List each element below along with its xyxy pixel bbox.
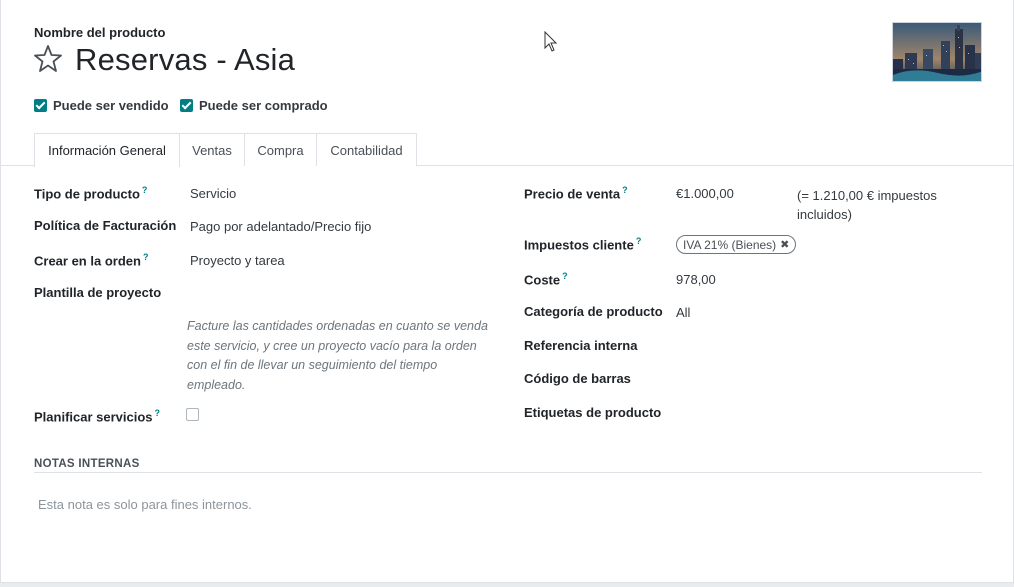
cost-value[interactable]: 978,00 — [676, 272, 716, 287]
product-name-label: Nombre del producto — [34, 25, 166, 40]
can-be-purchased-checkbox[interactable] — [180, 99, 193, 112]
invoicing-policy-value[interactable]: Pago por adelantado/Precio fijo — [190, 219, 371, 234]
city-skyline-image — [893, 23, 981, 81]
sales-price-value[interactable]: €1.000,00 — [676, 186, 734, 201]
plan-services-checkbox[interactable] — [186, 408, 199, 421]
remove-tag-icon[interactable]: ✖ — [780, 238, 789, 251]
mouse-cursor-icon — [544, 31, 558, 52]
sales-price-label: Precio de venta? — [524, 185, 628, 202]
project-template-label: Plantilla de proyecto — [34, 285, 162, 300]
internal-notes-title: NOTAS INTERNAS — [34, 458, 140, 470]
sales-price-taxed: (= 1.210,00 € impuestos incluidos) — [797, 188, 937, 222]
product-tags-label: Etiquetas de producto — [524, 405, 662, 420]
cost-label: Coste? — [524, 271, 568, 288]
notes-divider — [34, 472, 982, 473]
product-form-sheet: Nombre del producto Reservas - Asia Pued… — [0, 0, 1014, 583]
can-be-sold-checkbox[interactable] — [34, 99, 47, 112]
create-on-order-label: Crear en la orden? — [34, 252, 149, 269]
invoicing-policy-label: Política de Facturación — [34, 218, 177, 233]
plan-services-label: Planificar servicios? — [34, 408, 161, 425]
service-help-text: Facture las cantidades ordenadas en cuan… — [187, 319, 488, 392]
product-title[interactable]: Reservas - Asia — [75, 42, 295, 78]
internal-reference-label: Referencia interna — [524, 338, 638, 353]
barcode-label: Código de barras — [524, 371, 631, 386]
tax-tag-label: IVA 21% (Bienes) — [683, 237, 777, 252]
tab-contabilidad[interactable]: Contabilidad — [317, 133, 417, 166]
can-be-sold-label: Puede ser vendido — [53, 98, 169, 113]
can-be-purchased-label: Puede ser comprado — [199, 98, 328, 113]
tab-informacion-general[interactable]: Información General — [34, 133, 180, 167]
create-on-order-value[interactable]: Proyecto y tarea — [190, 253, 285, 268]
tax-tag[interactable]: IVA 21% (Bienes) ✖ — [676, 235, 797, 254]
product-image[interactable] — [892, 22, 982, 82]
tab-ventas[interactable]: Ventas — [180, 133, 245, 166]
can-be-sold-row[interactable]: Puede ser vendido — [34, 98, 169, 113]
favorite-star-icon[interactable] — [33, 44, 63, 74]
product-type-value[interactable]: Servicio — [190, 186, 236, 201]
internal-notes-field[interactable]: Esta nota es solo para fines internos. — [38, 497, 252, 512]
customer-taxes-label: Impuestos cliente? — [524, 236, 642, 253]
product-category-value[interactable]: All — [676, 305, 690, 320]
can-be-purchased-row[interactable]: Puede ser comprado — [180, 98, 328, 113]
tab-compra[interactable]: Compra — [245, 133, 317, 166]
product-type-label: Tipo de producto? — [34, 185, 148, 202]
product-category-label: Categoría de producto — [524, 304, 663, 319]
